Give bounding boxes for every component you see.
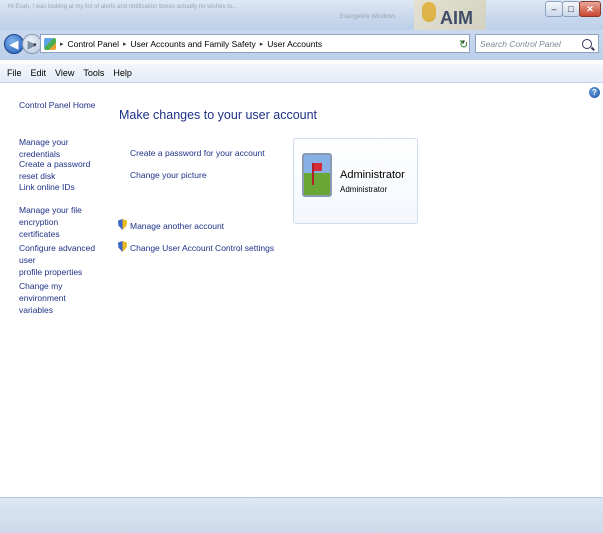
sidebar-item-file-encryption[interactable]: Manage your file encryption certificates bbox=[19, 204, 105, 240]
sidebar-item-label-line2[interactable]: certificates bbox=[19, 228, 105, 240]
uac-settings-link[interactable]: Change User Account Control settings bbox=[130, 243, 274, 253]
breadcrumb-control-panel[interactable]: Control Panel bbox=[68, 39, 120, 49]
background-aim-logo: AIM bbox=[414, 0, 486, 30]
sidebar-item-label[interactable]: Configure advanced user bbox=[19, 242, 105, 266]
account-type: Administrator bbox=[340, 185, 388, 194]
help-icon[interactable]: ? bbox=[589, 87, 600, 98]
search-icon[interactable] bbox=[582, 38, 592, 49]
sidebar-item-advanced-profile[interactable]: Configure advanced user profile properti… bbox=[19, 242, 105, 278]
account-name: Administrator bbox=[340, 169, 405, 181]
title-bar: Hi Evan, I was looking at my list of ale… bbox=[0, 0, 603, 30]
close-button[interactable]: ✕ bbox=[579, 1, 601, 17]
aim-logo-text: AIM bbox=[440, 8, 473, 28]
background-window-text-2: Evangeline Windows bbox=[340, 14, 396, 20]
sidebar-item-environment-variables[interactable]: Change my environment variables bbox=[19, 280, 105, 316]
sidebar: Control Panel Home Manage your credentia… bbox=[0, 83, 106, 497]
sidebar-item-link-online-ids[interactable]: Link online IDs bbox=[19, 181, 105, 193]
menu-edit[interactable]: Edit bbox=[31, 68, 47, 78]
breadcrumb-user-accounts-family-safety[interactable]: User Accounts and Family Safety bbox=[131, 39, 256, 49]
flag-picture-icon bbox=[312, 163, 326, 185]
manage-another-account-link[interactable]: Manage another account bbox=[130, 221, 224, 231]
sidebar-item-label[interactable]: Change my environment bbox=[19, 280, 105, 304]
search-input[interactable]: Search Control Panel bbox=[480, 39, 582, 49]
minimize-button[interactable]: – bbox=[545, 1, 563, 17]
avatar[interactable] bbox=[302, 153, 332, 197]
user-account-card: Administrator Administrator bbox=[293, 138, 418, 224]
sidebar-item-label-line2[interactable]: variables bbox=[19, 304, 105, 316]
refresh-icon[interactable]: ↻ bbox=[459, 38, 468, 51]
sidebar-control-panel-home[interactable]: Control Panel Home bbox=[19, 99, 105, 111]
maximize-button[interactable]: □ bbox=[562, 1, 580, 17]
address-bar[interactable]: ▸ Control Panel ▸ User Accounts and Fami… bbox=[40, 34, 470, 53]
sidebar-item-label[interactable]: Create a password reset disk bbox=[19, 159, 90, 181]
breadcrumb-separator-icon[interactable]: ▸ bbox=[123, 40, 127, 48]
shield-icon bbox=[118, 241, 127, 252]
menu-tools[interactable]: Tools bbox=[83, 68, 104, 78]
create-password-link[interactable]: Create a password for your account bbox=[130, 148, 265, 158]
forward-button[interactable]: ▶ bbox=[22, 34, 42, 54]
control-panel-icon bbox=[44, 37, 56, 50]
sidebar-item-label-line2[interactable]: profile properties bbox=[19, 266, 105, 278]
sidebar-item-password-reset-disk[interactable]: Create a password reset disk bbox=[19, 158, 105, 182]
sidebar-item-manage-credentials[interactable]: Manage your credentials bbox=[19, 136, 105, 160]
search-box[interactable]: Search Control Panel bbox=[475, 34, 599, 53]
menu-bar: File Edit View Tools Help bbox=[0, 64, 603, 83]
menu-file[interactable]: File bbox=[7, 68, 22, 78]
shield-icon bbox=[118, 219, 127, 230]
status-bar bbox=[0, 497, 603, 533]
recent-pages-dropdown[interactable]: ▾ bbox=[33, 41, 37, 49]
breadcrumb-user-accounts[interactable]: User Accounts bbox=[267, 39, 322, 49]
menu-help[interactable]: Help bbox=[113, 68, 132, 78]
sidebar-item-label[interactable]: Link online IDs bbox=[19, 182, 75, 192]
background-window-text: Hi Evan, I was looking at my list of ale… bbox=[8, 4, 238, 10]
breadcrumb-separator-icon[interactable]: ▸ bbox=[260, 40, 264, 48]
menu-view[interactable]: View bbox=[55, 68, 74, 78]
back-button[interactable]: ◀ bbox=[4, 34, 24, 54]
sidebar-item-label[interactable]: Manage your file encryption bbox=[19, 204, 105, 228]
aim-person-icon bbox=[422, 2, 436, 22]
page-title: Make changes to your user account bbox=[119, 108, 318, 122]
sidebar-item-label[interactable]: Manage your credentials bbox=[19, 137, 69, 159]
breadcrumb-separator-icon[interactable]: ▸ bbox=[60, 40, 64, 48]
navigation-bar: ◀ ▶ ▾ ▸ Control Panel ▸ User Accounts an… bbox=[0, 30, 603, 60]
change-picture-link[interactable]: Change your picture bbox=[130, 170, 207, 180]
